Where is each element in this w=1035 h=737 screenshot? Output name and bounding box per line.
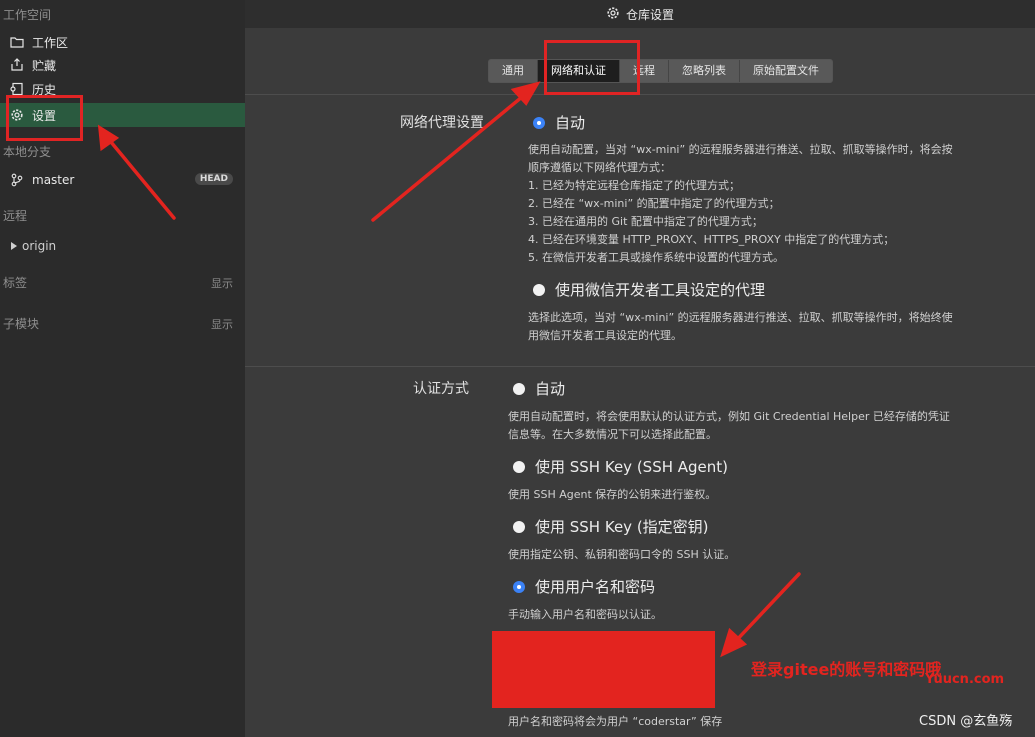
annotation-arrows [97,81,801,658]
watermark-csdn: CSDN @玄鱼殇 [919,714,1013,729]
arrow-to-network-tab [371,90,530,222]
annotation-text: 登录gitee的账号和密码哦 [751,660,942,679]
watermark-yuucn: Yuucn.com [925,672,1005,687]
arrow-to-credentials [730,572,801,647]
arrow-to-settings [104,134,176,220]
